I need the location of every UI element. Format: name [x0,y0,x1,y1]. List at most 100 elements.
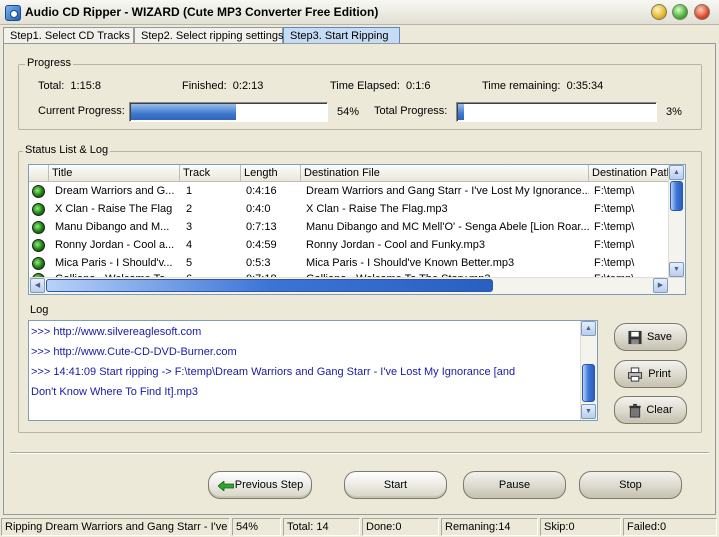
row-file: Manu Dibango and MC Mell'O' - Senga Abel… [306,221,589,233]
header-title[interactable]: Title [49,165,180,182]
progress-group-label: Progress [25,57,74,69]
tab-step3[interactable]: Step3. Start Ripping [283,27,400,44]
finished-time: Finished: 0:2:13 [182,80,263,92]
log-scroll-thumb[interactable] [582,364,595,402]
table-row[interactable]: Ronny Jordan - Cool a... 4 0:4:59 Ronny … [29,237,669,255]
status-bar: Ripping Dream Warriors and Gang Starr - … [0,517,719,537]
current-progress-label: Current Progress: [38,105,125,117]
save-log-button[interactable]: Save [614,323,687,351]
row-title: Dream Warriors and G... [55,185,175,197]
remaining-time-label: Time remaining: [482,80,561,92]
status-log-group-label: Status List & Log [23,144,111,156]
vertical-scroll-thumb[interactable] [670,181,683,211]
total-progress-percent: 3% [666,106,682,118]
row-title: Ronny Jordan - Cool a... [55,239,175,251]
status-ok-icon [32,221,45,234]
status-remaining: Remaning:14 [441,518,538,536]
row-track: 2 [186,203,193,215]
row-title: X Clan - Raise The Flag [55,203,173,215]
current-progress-percent: 54% [337,106,360,118]
current-progress-bar [129,102,328,122]
log-line: Don't Know Where To Find It].mp3 [31,386,198,398]
tab-step2[interactable]: Step2. Select ripping settings [134,27,283,44]
row-length: 0:4:16 [246,185,277,197]
current-progress-fill [131,104,236,120]
total-progress-label: Total Progress: [374,105,448,117]
status-percent: 54% [232,518,281,536]
remaining-time-value: 0:35:34 [566,80,604,92]
row-track: 1 [186,185,193,197]
total-time-label: Total: [38,80,65,92]
scroll-up-icon[interactable]: ▲ [669,165,684,180]
log-vertical-scrollbar[interactable]: ▲ ▼ [580,321,597,420]
row-track: 4 [186,239,193,251]
log-label: Log [30,304,49,316]
pause-button[interactable]: Pause [463,471,566,499]
row-file: Ronny Jordan - Cool and Funky.mp3 [306,239,485,251]
row-title: Manu Dibango and M... [55,221,170,233]
elapsed-time-value: 0:1:6 [406,80,431,92]
track-list-horizontal-scrollbar[interactable]: ◀ ▶ [29,277,685,294]
scroll-right-icon[interactable]: ▶ [653,278,668,293]
print-log-button[interactable]: Print [614,360,687,388]
status-ok-icon [32,185,45,198]
arrow-left-icon [218,481,234,491]
status-skip: Skip:0 [540,518,621,536]
track-status-list[interactable]: Title Track Length Destination File Dest… [28,164,686,295]
close-button[interactable] [694,4,710,20]
floppy-disk-icon [628,330,642,345]
status-ok-icon [32,239,45,252]
trash-icon [629,403,641,418]
header-track[interactable]: Track [180,165,241,182]
row-path: F:\temp\ [594,221,635,233]
clear-log-button[interactable]: Clear [614,396,687,424]
elapsed-time-label: Time Elapsed: [330,80,400,92]
status-ok-icon [32,257,45,270]
header-destination-file[interactable]: Destination File [301,165,589,182]
row-path: F:\temp\ [594,203,635,215]
header-destination-path[interactable]: Destination Path [589,165,675,182]
window-title: Audio CD Ripper - WIZARD (Cute MP3 Conve… [25,5,379,19]
scroll-left-icon[interactable]: ◀ [30,278,45,293]
total-progress-bar [456,102,657,122]
log-textbox[interactable]: >>> http://www.silvereaglesoft.com >>> h… [28,320,598,421]
log-scroll-up-icon[interactable]: ▲ [581,321,596,336]
printer-icon [627,367,643,382]
log-scroll-down-icon[interactable]: ▼ [581,404,596,419]
stop-button[interactable]: Stop [579,471,682,499]
main-window: Audio CD Ripper - WIZARD (Cute MP3 Conve… [0,0,719,537]
status-total: Total: 14 [283,518,360,536]
finished-time-value: 0:2:13 [232,80,264,92]
status-message: Ripping Dream Warriors and Gang Starr - … [1,518,230,536]
track-list-vertical-scrollbar[interactable]: ▲ ▼ [668,165,685,278]
minimize-button[interactable] [651,4,667,20]
log-line: >>> http://www.Cute-CD-DVD-Burner.com [31,346,237,358]
maximize-button[interactable] [672,4,688,20]
row-path: F:\temp\ [594,185,635,197]
row-path: F:\temp\ [594,239,635,251]
elapsed-time: Time Elapsed: 0:1:6 [330,80,431,92]
total-progress-fill [458,104,464,120]
header-status-col[interactable] [29,165,49,182]
table-row[interactable]: Manu Dibango and M... 3 0:7:13 Manu Diba… [29,219,669,237]
finished-time-label: Finished: [182,80,227,92]
horizontal-scroll-thumb[interactable] [46,279,493,292]
row-length: 0:4:0 [246,203,271,215]
previous-step-button[interactable]: Previous Step [208,471,312,499]
tab-step1[interactable]: Step1. Select CD Tracks [3,27,134,44]
row-file: X Clan - Raise The Flag.mp3 [306,203,448,215]
row-length: 0:4:59 [246,239,277,251]
table-row[interactable]: Dream Warriors and G... 1 0:4:16 Dream W… [29,183,669,201]
separator-line [10,452,709,454]
header-length[interactable]: Length [241,165,301,182]
track-list-header: Title Track Length Destination File Dest… [29,165,673,182]
cd-app-icon [5,5,21,21]
start-button[interactable]: Start [344,471,447,499]
total-time-value: 1:15:8 [70,80,102,92]
scroll-down-icon[interactable]: ▼ [669,262,684,277]
log-line: >>> 14:41:09 Start ripping -> F:\temp\Dr… [31,366,516,378]
table-row[interactable]: X Clan - Raise The Flag 2 0:4:0 X Clan -… [29,201,669,219]
status-failed: Failed:0 [623,518,717,536]
title-bar[interactable]: Audio CD Ripper - WIZARD (Cute MP3 Conve… [0,0,719,25]
row-length: 0:7:13 [246,221,277,233]
